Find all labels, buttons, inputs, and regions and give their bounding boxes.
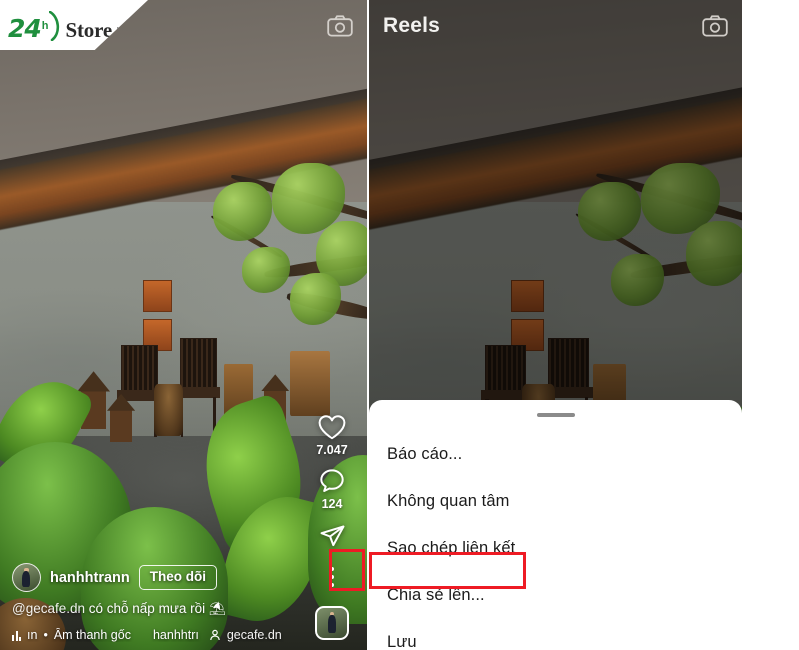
comment-count: 124 bbox=[321, 497, 343, 511]
reel-meta: hanhhtrann Theo dõi @gecafe.dn có chỗ nấ… bbox=[12, 563, 312, 642]
highlight-box-more-options bbox=[329, 549, 365, 591]
scene-birdhouse bbox=[110, 409, 133, 442]
watermark-number: 24 bbox=[8, 14, 42, 43]
paper-plane-icon bbox=[320, 525, 344, 547]
audio-avatar bbox=[315, 606, 349, 640]
scene-wall-plaque bbox=[143, 279, 173, 312]
highlight-box-share-to bbox=[369, 552, 526, 589]
scene-stool bbox=[154, 383, 184, 436]
avatar[interactable] bbox=[12, 563, 41, 593]
screenshot-root: 7.047 124 hanhhtrann Theo dõi @gecafe.dn… bbox=[0, 0, 799, 650]
watermark-superscript: h bbox=[41, 20, 49, 32]
like-action[interactable]: 7.047 bbox=[316, 413, 348, 457]
menu-item-not-interested[interactable]: Không quan tâm bbox=[369, 478, 742, 525]
tagged-account[interactable]: gecafe.dn bbox=[227, 628, 282, 642]
reel-action-rail: 7.047 124 bbox=[305, 413, 359, 650]
audio-prefix: ın bbox=[27, 628, 38, 642]
camera-icon[interactable] bbox=[327, 15, 353, 37]
options-menu: Báo cáo... Không quan tâm Sao chép liên … bbox=[369, 417, 742, 650]
equalizer-icon bbox=[12, 630, 21, 641]
menu-item-save[interactable]: Lưu bbox=[369, 619, 742, 650]
scene-chair bbox=[176, 338, 221, 438]
right-topbar: Reels bbox=[369, 0, 742, 52]
menu-item-report[interactable]: Báo cáo... bbox=[369, 431, 742, 478]
audio-bar[interactable]: ın • Âm thanh gốc hanhhtrı gecafe.dn bbox=[12, 628, 312, 642]
scene-shelf bbox=[289, 351, 331, 416]
share-action[interactable] bbox=[318, 521, 347, 550]
comment-action[interactable]: 124 bbox=[318, 467, 346, 511]
audio-label: Âm thanh gốc bbox=[53, 628, 131, 642]
caption: @gecafe.dn có chỗ nấp mưa rồi ⛱ bbox=[12, 601, 312, 618]
person-tag-icon bbox=[209, 629, 221, 641]
heart-icon bbox=[318, 415, 346, 440]
watermark-arc-icon bbox=[48, 10, 62, 42]
like-count: 7.047 bbox=[316, 443, 348, 457]
caption-mention[interactable]: @gecafe.dn bbox=[12, 601, 85, 616]
page-title: Reels bbox=[383, 14, 441, 37]
comment-icon bbox=[320, 469, 344, 492]
reel-screen-before: 7.047 124 hanhhtrann Theo dõi @gecafe.dn… bbox=[0, 0, 367, 650]
audio-separator: • bbox=[43, 628, 48, 642]
camera-icon[interactable] bbox=[702, 15, 728, 37]
audio-thumbnail-action[interactable] bbox=[315, 604, 349, 640]
audio-owner: hanhhtrı bbox=[152, 628, 199, 642]
follow-button[interactable]: Theo dõi bbox=[138, 565, 217, 590]
caption-text: có chỗ nấp mưa rồi ⛱ bbox=[85, 601, 227, 617]
username[interactable]: hanhhtrann bbox=[50, 570, 130, 586]
options-bottom-sheet: Báo cáo... Không quan tâm Sao chép liên … bbox=[369, 400, 742, 650]
